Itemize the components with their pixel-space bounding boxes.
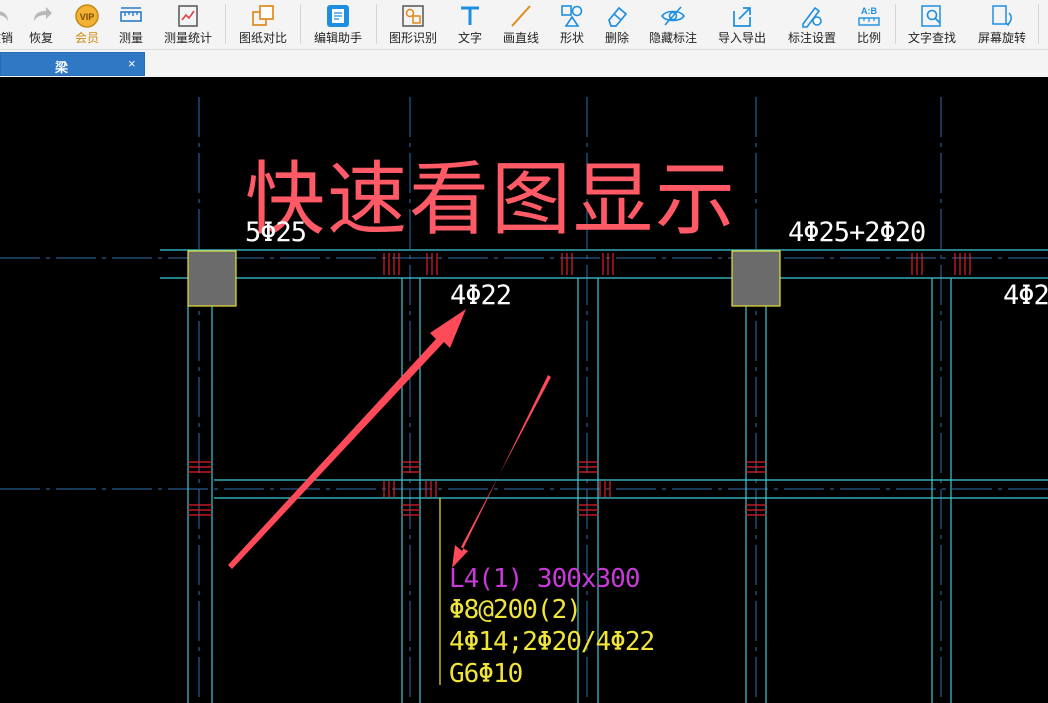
- tab-beam-drawing[interactable]: 梁 ×: [0, 52, 145, 76]
- arrow-icon: [228, 309, 466, 569]
- annotation-settings-button[interactable]: 标注设置: [784, 0, 840, 50]
- separator: [895, 4, 896, 44]
- text-button[interactable]: 文字: [453, 0, 487, 50]
- overlay-title: 快速看图显示: [245, 153, 737, 246]
- redo-button[interactable]: 恢复: [24, 0, 58, 50]
- main-rebar-annotation[interactable]: 4Φ14;2Φ20/4Φ22: [449, 627, 655, 657]
- text-search-button[interactable]: 文字查找: [904, 0, 960, 50]
- beam-id-annotation[interactable]: L4(1) 300x300: [449, 564, 640, 594]
- rotate-screen-icon: [989, 3, 1015, 29]
- side-rebar-annotation[interactable]: G6Φ10: [449, 659, 523, 689]
- redo-icon: [28, 3, 54, 29]
- shape-recognition-button[interactable]: 图形识别: [385, 0, 441, 50]
- annotation-settings-icon: [799, 3, 825, 29]
- import-export-icon: [729, 3, 755, 29]
- separator: [1038, 4, 1039, 44]
- rebar-annotation[interactable]: 4Φ22: [450, 280, 512, 311]
- undo-button[interactable]: 撤销: [0, 0, 16, 50]
- separator: [225, 4, 226, 44]
- undo-icon: [0, 3, 14, 29]
- document-tab-strip: 梁 ×: [0, 50, 1048, 77]
- hide-annotations-button[interactable]: 隐藏标注: [645, 0, 701, 50]
- measure-button[interactable]: 测量: [114, 0, 148, 50]
- scale-icon: A:B: [856, 3, 882, 29]
- shape-recognition-icon: [400, 3, 426, 29]
- vip-button[interactable]: VIP 会员: [70, 0, 104, 50]
- import-export-button[interactable]: 导入导出: [714, 0, 770, 50]
- text-icon: [457, 3, 483, 29]
- compare-icon: [250, 3, 276, 29]
- rebar-hatch-marks: [188, 253, 971, 516]
- stirrup-annotation[interactable]: Φ8@200(2): [449, 595, 582, 625]
- compare-button[interactable]: 图纸对比: [235, 0, 291, 50]
- separator: [300, 4, 301, 44]
- vip-icon: VIP: [74, 3, 100, 29]
- column[interactable]: [187, 250, 237, 307]
- text-search-icon: [919, 3, 945, 29]
- delete-button[interactable]: 删除: [600, 0, 634, 50]
- rebar-annotation[interactable]: 5Φ25: [245, 217, 307, 248]
- measure-stats-icon: [175, 3, 201, 29]
- rebar-annotation[interactable]: 4Φ25+2Φ20: [788, 217, 926, 248]
- hide-eye-icon: [660, 3, 686, 29]
- svg-text:A:B: A:B: [861, 6, 877, 16]
- line-icon: [508, 3, 534, 29]
- rotate-screen-button[interactable]: 屏幕旋转: [974, 0, 1030, 50]
- shape-button[interactable]: 形状: [555, 0, 589, 50]
- eraser-icon: [604, 3, 630, 29]
- tab-title: 梁: [55, 60, 69, 75]
- edit-assistant-icon: [325, 3, 351, 29]
- rebar-annotation[interactable]: 4Φ2: [1003, 280, 1048, 311]
- svg-text:VIP: VIP: [80, 12, 95, 22]
- column[interactable]: [731, 250, 781, 307]
- measure-stats-button[interactable]: 测量统计: [161, 0, 215, 50]
- drawing-canvas[interactable]: 快速看图显示 5Φ25 4Φ25+2Φ20 4Φ22 4Φ2 L4(1) 300…: [0, 77, 1048, 703]
- ruler-icon: [118, 3, 144, 29]
- shape-icon: [559, 3, 585, 29]
- arrow-icon: [452, 375, 551, 568]
- toolbar: 撤销 恢复 VIP 会员 测量 测量统计: [0, 0, 1048, 50]
- separator: [376, 4, 377, 44]
- edit-assistant-button[interactable]: 编辑助手: [310, 0, 366, 50]
- close-icon[interactable]: ×: [128, 56, 136, 71]
- scale-button[interactable]: A:B 比例: [852, 0, 886, 50]
- draw-line-button[interactable]: 画直线: [500, 0, 542, 50]
